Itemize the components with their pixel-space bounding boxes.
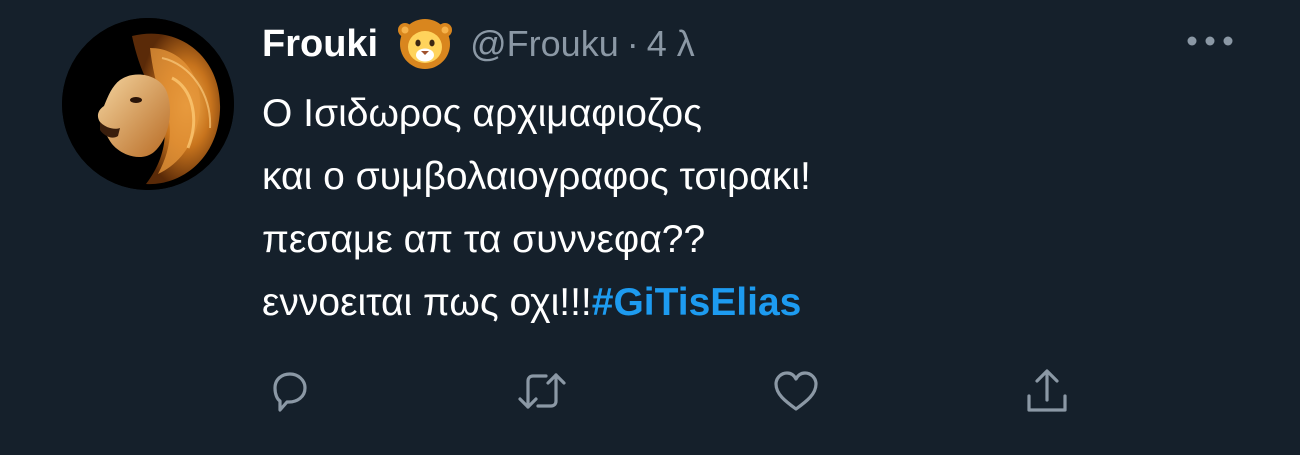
tweet-text-line: εννοειται πως οχι!!! bbox=[262, 281, 592, 324]
user-handle[interactable]: @Frouku bbox=[470, 23, 619, 65]
tweet: Frouki @Frouku · 4 λ Ο Ισιδωρος αρχιμαφι… bbox=[0, 0, 1300, 455]
heart-icon bbox=[774, 371, 818, 411]
separator-dot: · bbox=[626, 23, 639, 64]
tweet-text-last-line: εννοειται πως οχι!!!#GiTisElias bbox=[262, 271, 1162, 334]
tweet-text-line: πεσαμε απ τα συννεφα?? bbox=[262, 218, 706, 261]
like-button[interactable] bbox=[768, 363, 824, 419]
reply-button[interactable] bbox=[262, 363, 318, 419]
avatar[interactable] bbox=[62, 18, 234, 190]
display-name[interactable]: Frouki bbox=[262, 23, 378, 66]
tweet-text-line: Ο Ισιδωρος αρχιμαφιοζος bbox=[262, 92, 703, 135]
tweet-text-line: και ο συμβολαιογραφος τσιρακι! bbox=[262, 155, 811, 198]
lion-profile-photo bbox=[62, 18, 234, 190]
retweet-icon bbox=[518, 373, 566, 409]
reply-icon bbox=[273, 372, 307, 412]
hashtag-link[interactable]: #GiTisElias bbox=[592, 281, 802, 324]
timestamp[interactable]: 4 λ bbox=[647, 23, 695, 65]
tweet-text: Ο Ισιδωρος αρχιμαφιοζος και ο συμβολαιογ… bbox=[262, 82, 1162, 334]
more-options-button[interactable] bbox=[1180, 28, 1240, 54]
lion-face-emoji bbox=[396, 18, 454, 70]
share-button[interactable] bbox=[1019, 363, 1075, 419]
tweet-header: Frouki @Frouku · 4 λ bbox=[262, 16, 695, 72]
action-bar bbox=[0, 363, 1300, 419]
more-dots-icon bbox=[1187, 36, 1233, 46]
share-icon bbox=[1027, 369, 1067, 412]
retweet-button[interactable] bbox=[514, 363, 570, 419]
